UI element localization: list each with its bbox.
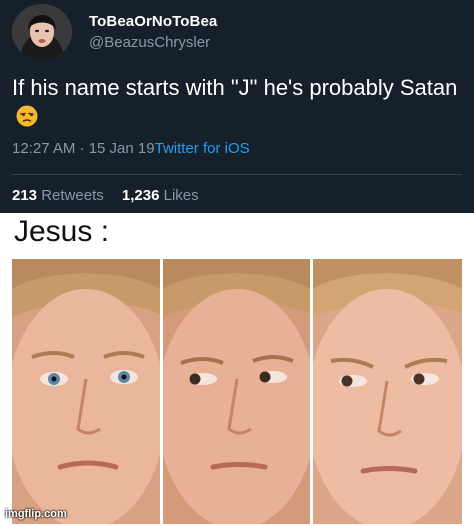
tweet-source[interactable]: Twitter for iOS — [155, 140, 250, 157]
meme-face-panels — [12, 259, 462, 524]
unamused-face-emoji-icon — [16, 105, 38, 127]
tweet-text-body: If his name starts with "J" he's probabl… — [12, 75, 458, 100]
retweet-count[interactable]: 213 — [12, 187, 37, 204]
user-handle[interactable]: @BeazusChrysler — [89, 34, 210, 51]
imgflip-watermark: imgflip.com — [5, 508, 67, 520]
avatar[interactable] — [12, 4, 72, 60]
timestamp[interactable]: 12:27 AM · 15 Jan 19 — [12, 140, 155, 157]
face-panel-2 — [163, 259, 310, 524]
face-side-eye-image — [163, 259, 310, 524]
like-count[interactable]: 1,236 — [122, 187, 160, 204]
avatar-image — [12, 4, 72, 60]
display-name[interactable]: ToBeaOrNoToBea — [89, 13, 217, 30]
tweet-card: ToBeaOrNoToBea @BeazusChrysler If his na… — [0, 0, 474, 213]
tweet-stats: 213 Retweets 1,236 Likes — [12, 187, 199, 204]
face-looking-forward-image — [12, 259, 160, 524]
face-side-eye-worried-image — [313, 259, 462, 524]
likes-label[interactable]: Likes — [164, 187, 199, 204]
tweet-text: If his name starts with "J" he's probabl… — [12, 74, 467, 130]
tweet-meta: 12:27 AM · 15 Jan 19Twitter for iOS — [12, 140, 250, 157]
divider — [12, 174, 462, 175]
retweets-label[interactable]: Retweets — [41, 187, 104, 204]
face-panel-3 — [313, 259, 462, 524]
meme-caption: Jesus : — [14, 215, 110, 248]
face-panel-1 — [12, 259, 160, 524]
